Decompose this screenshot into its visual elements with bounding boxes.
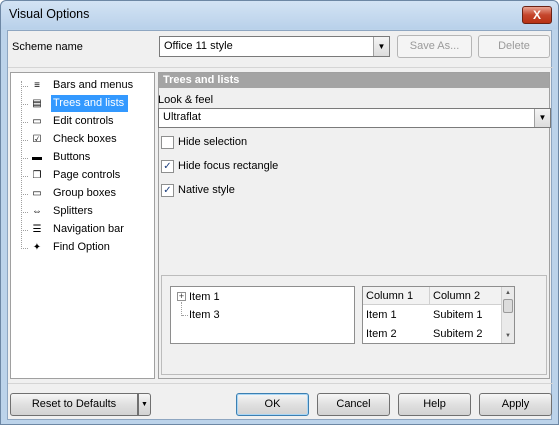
nav-item-label: Edit controls (53, 115, 114, 127)
tree-connector (21, 86, 28, 87)
preview-tree-item[interactable]: Item 1 (189, 291, 220, 303)
help-button[interactable]: Help (398, 393, 471, 416)
nav-item[interactable]: ✦ Find Option (14, 239, 154, 256)
trees-and-lists-panel: Trees and lists Look & feel Ultraflat ▼ … (158, 72, 551, 379)
dialog-client-area: Scheme name Office 11 style ▼ Save As...… (7, 30, 553, 420)
folder-tab-icon: ❐ (32, 170, 42, 181)
title-bar[interactable]: Visual Options X (1, 1, 558, 29)
edit-icon: ▭ (32, 116, 42, 127)
column-header[interactable]: Column 2 (430, 287, 502, 305)
list-cell[interactable]: Subitem 2 (430, 328, 483, 340)
tree-connector (21, 104, 28, 105)
look-and-feel-select[interactable]: Ultraflat ▼ (158, 108, 551, 128)
nav-item-label: Find Option (53, 241, 110, 253)
expand-icon[interactable]: + (177, 292, 186, 301)
chevron-down-icon: ▼ (141, 401, 148, 408)
nav-item[interactable]: ▤ Trees and lists (14, 95, 154, 112)
scroll-down-icon[interactable]: ▼ (502, 331, 514, 341)
scheme-name-value: Office 11 style (164, 40, 233, 52)
scheme-name-label: Scheme name (12, 41, 83, 53)
apply-button[interactable]: Apply (479, 393, 552, 416)
look-and-feel-label: Look & feel (158, 94, 214, 106)
vertical-scrollbar[interactable]: ▲ ▼ (501, 287, 514, 343)
nav-item[interactable]: ▭ Edit controls (14, 113, 154, 130)
native-style-checkbox[interactable]: ✓ (161, 184, 174, 197)
preview-list[interactable]: Column 1 Column 2 Item 1 Subitem 1 Item … (362, 286, 515, 344)
tree-connector (21, 212, 28, 213)
divider (8, 67, 553, 68)
scheme-name-select[interactable]: Office 11 style ▼ (159, 36, 390, 57)
tree-connector (21, 158, 28, 159)
hide-selection-label[interactable]: Hide selection (178, 136, 247, 148)
tree-connector (21, 248, 28, 249)
nav-item-label: Splitters (53, 205, 93, 217)
scroll-thumb[interactable] (503, 299, 513, 313)
close-button[interactable]: X (522, 6, 552, 24)
delete-button[interactable]: Delete (478, 35, 550, 58)
checkbox-icon: ☑ (32, 134, 42, 145)
visual-options-window: Visual Options X Scheme name Office 11 s… (0, 0, 559, 425)
list-cell[interactable]: Item 1 (363, 309, 397, 321)
panel-header: Trees and lists (159, 73, 549, 88)
preview-tree[interactable]: + Item 1 Item 3 (170, 286, 355, 344)
chevron-down-icon[interactable]: ▼ (534, 109, 550, 127)
tree-connector (181, 302, 182, 316)
divider (8, 383, 553, 384)
nav-item[interactable]: ≡ Bars and menus (14, 77, 154, 94)
hide-focus-rectangle-checkbox[interactable]: ✓ (161, 160, 174, 173)
list-cell[interactable]: Item 2 (363, 328, 397, 340)
look-and-feel-value: Ultraflat (163, 111, 201, 123)
close-icon: X (532, 8, 541, 22)
scroll-up-icon[interactable]: ▲ (502, 288, 514, 298)
tree-icon: ▤ (32, 98, 42, 109)
tree-connector (21, 176, 28, 177)
nav-item[interactable]: ☑ Check boxes (14, 131, 154, 148)
reset-dropdown-button[interactable]: ▼ (138, 393, 151, 416)
nav-item-label: Navigation bar (53, 223, 124, 235)
window-title: Visual Options (9, 7, 90, 21)
navigation-bar-icon: ☰ (32, 224, 42, 235)
nav-item[interactable]: ❐ Page controls (14, 167, 154, 184)
tree-connector (182, 315, 188, 316)
preview-area: + Item 1 Item 3 Column 1 Column 2 Item 1… (161, 275, 547, 375)
tree-connector (21, 140, 28, 141)
options-nav-tree[interactable]: ≡ Bars and menus ▤ Trees and lists ▭ Edit con… (10, 72, 155, 379)
nav-item[interactable]: ▬ Buttons (14, 149, 154, 166)
nav-item-label: Buttons (53, 151, 91, 163)
list-cell[interactable]: Subitem 1 (430, 309, 483, 321)
tree-connector (21, 122, 28, 123)
nav-item-label: Bars and menus (53, 79, 134, 91)
group-box-icon: ▭ (32, 188, 42, 199)
find-option-icon: ✦ (32, 242, 42, 253)
ok-button[interactable]: OK (236, 393, 309, 416)
tree-connector (21, 230, 28, 231)
preview-tree-item[interactable]: Item 3 (189, 309, 220, 321)
bars-menus-icon: ≡ (34, 80, 40, 91)
nav-item[interactable]: ▭ Group boxes (14, 185, 154, 202)
nav-item[interactable]: ⇔ Splitters (14, 203, 154, 220)
nav-item[interactable]: ☰ Navigation bar (14, 221, 154, 238)
splitter-icon: ⇔ (32, 206, 42, 217)
chevron-down-icon[interactable]: ▼ (373, 37, 389, 56)
hide-focus-rectangle-label[interactable]: Hide focus rectangle (178, 160, 278, 172)
reset-to-defaults-button[interactable]: Reset to Defaults (10, 393, 138, 416)
save-as-button[interactable]: Save As... (397, 35, 472, 58)
nav-item-label: Group boxes (53, 187, 116, 199)
hide-selection-checkbox[interactable] (161, 136, 174, 149)
cancel-button[interactable]: Cancel (317, 393, 390, 416)
button-icon: ▬ (32, 152, 42, 163)
nav-item-label: Check boxes (53, 133, 117, 145)
native-style-label[interactable]: Native style (178, 184, 235, 196)
column-header[interactable]: Column 1 (363, 287, 430, 305)
nav-item-label: Page controls (53, 169, 121, 181)
tree-connector (21, 194, 28, 195)
nav-item-label: Trees and lists (51, 95, 129, 112)
